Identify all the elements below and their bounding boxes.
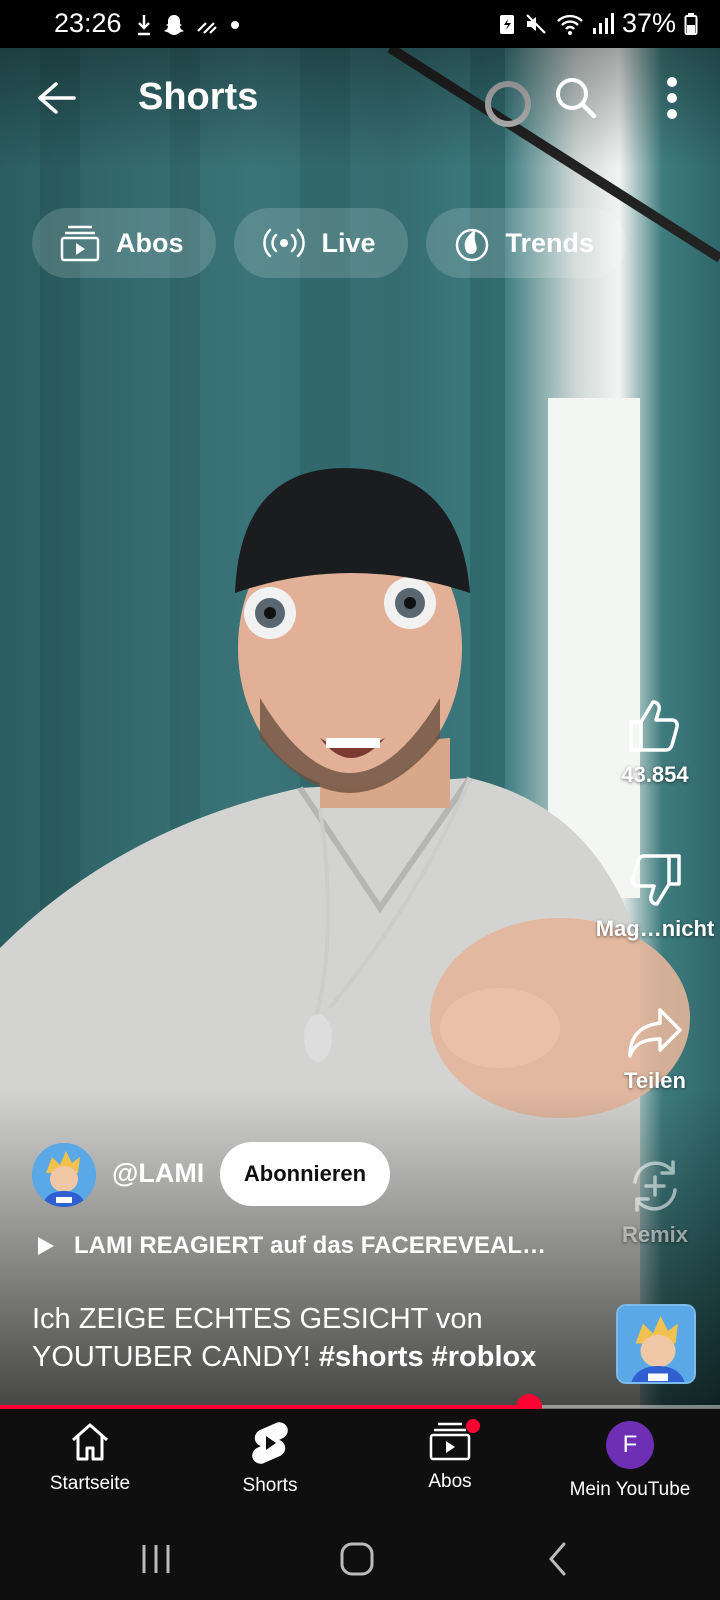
sound-thumbnail[interactable]: [616, 1304, 696, 1384]
related-video-title: LAMI REAGIERT auf das FACEREVEAL…: [74, 1232, 547, 1259]
chip-live[interactable]: Live: [233, 208, 408, 278]
subscriptions-icon: [429, 1422, 471, 1461]
system-back-button[interactable]: [528, 1537, 588, 1581]
remix-icon: [633, 1160, 677, 1212]
share-label: Teilen: [624, 1068, 686, 1093]
channel-avatar[interactable]: [32, 1143, 96, 1207]
bottom-navigation: Startseite Shorts Abos F Mein YouTube: [0, 1409, 720, 1519]
back-button[interactable]: [30, 72, 82, 124]
channel-handle[interactable]: @LAMI: [112, 1158, 204, 1189]
chip-trends[interactable]: Trends: [425, 208, 627, 278]
nav-mein-youtube[interactable]: F Mein YouTube: [540, 1409, 720, 1519]
thumbs-down-icon: [631, 854, 681, 906]
caption-hashtags[interactable]: #shorts #roblox: [319, 1341, 537, 1373]
subscriptions-icon: [60, 225, 100, 262]
thumbs-up-icon: [629, 700, 679, 752]
status-bar: 23:26 37%: [0, 0, 720, 48]
related-video-link[interactable]: LAMI REAGIERT auf das FACEREVEAL…: [36, 1232, 546, 1260]
cell-signal-icon: [592, 12, 614, 34]
page-title: Shorts: [138, 76, 259, 118]
dislike-button[interactable]: Mag…nicht: [590, 852, 720, 942]
like-button[interactable]: 43.854: [590, 698, 720, 788]
dot-icon: [231, 21, 239, 29]
channel-avatar-image: [32, 1143, 96, 1207]
shorts-icon: [252, 1422, 288, 1464]
filter-chips: Abos Live Trends: [32, 208, 627, 278]
battery-percent: 37%: [621, 8, 676, 38]
account-avatar: F: [606, 1421, 654, 1469]
battery-saver-icon: [499, 14, 514, 34]
live-icon: [262, 228, 305, 258]
remix-label: Remix: [621, 1222, 689, 1247]
search-icon: [556, 78, 597, 119]
remix-button[interactable]: Remix: [590, 1158, 720, 1248]
play-icon: [38, 1237, 54, 1255]
recent-apps-icon: [142, 1545, 170, 1573]
status-time: 23:26: [54, 8, 122, 38]
dislike-label: Mag…nicht: [595, 916, 715, 941]
chevron-left-icon: [549, 1542, 566, 1576]
mute-icon: [526, 13, 546, 34]
battery-icon: [684, 12, 698, 35]
wifi-icon: [557, 14, 583, 35]
back-arrow-icon: [38, 82, 76, 114]
home-square-icon: [340, 1542, 374, 1576]
snapchat-icon: [164, 15, 184, 35]
trending-icon: [455, 228, 488, 262]
signal-strength-icon: [197, 22, 217, 34]
home-icon: [72, 1423, 108, 1461]
more-options-button[interactable]: [646, 72, 698, 124]
nav-abos[interactable]: Abos: [360, 1409, 540, 1519]
video-caption[interactable]: Ich ZEIGE ECHTES GESICHT von YOUTUBER CA…: [32, 1300, 592, 1376]
chip-abos[interactable]: Abos: [32, 208, 216, 278]
notification-dot: [466, 1419, 480, 1433]
recent-apps-button[interactable]: [126, 1537, 186, 1581]
nav-shorts[interactable]: Shorts: [180, 1409, 360, 1519]
subscribe-button[interactable]: Abonnieren: [220, 1142, 390, 1206]
like-count: 43.854: [621, 762, 689, 787]
home-system-button[interactable]: [327, 1537, 387, 1581]
more-vertical-icon: [667, 77, 677, 119]
nav-startseite[interactable]: Startseite: [0, 1409, 180, 1519]
share-button[interactable]: Teilen: [590, 1004, 720, 1094]
share-icon: [628, 1008, 682, 1058]
search-button[interactable]: [550, 72, 602, 124]
download-icon: [138, 15, 150, 36]
system-navigation-bar: [0, 1519, 720, 1600]
sound-thumbnail-image: [618, 1306, 694, 1382]
